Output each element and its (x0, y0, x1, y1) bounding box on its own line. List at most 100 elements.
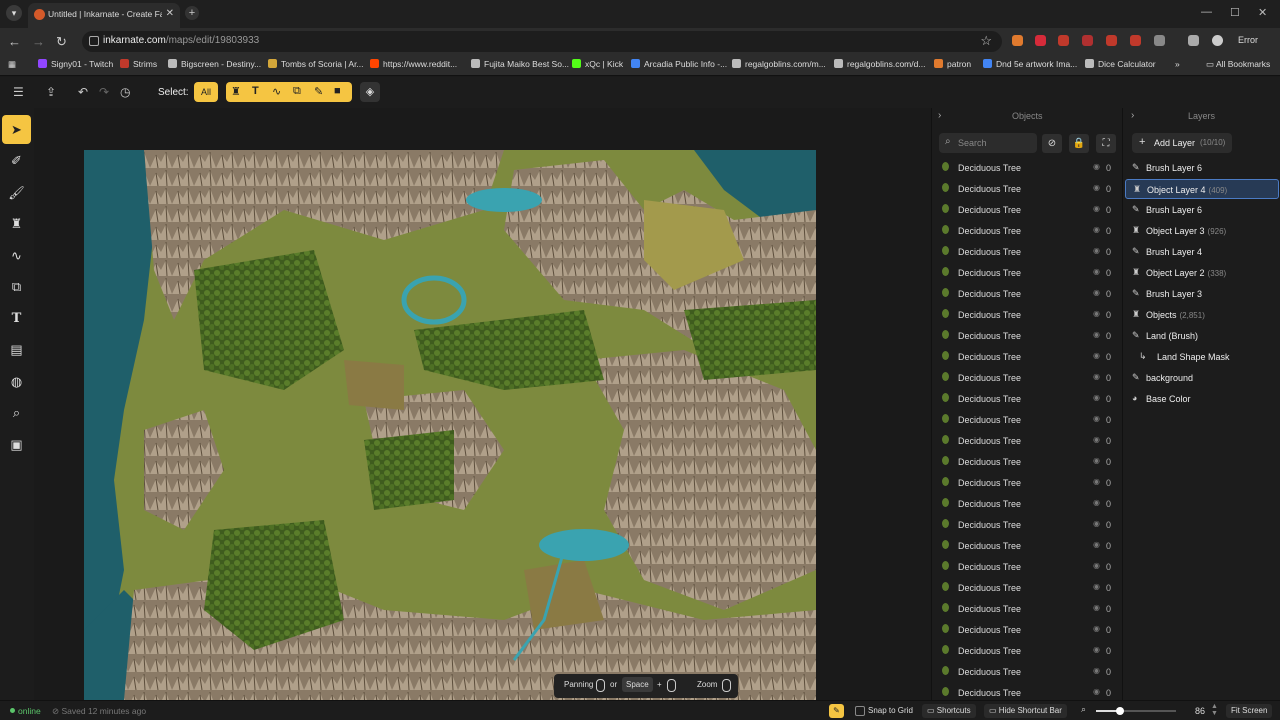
object-list-item[interactable]: Deciduous Tree ◉ 0 (932, 200, 1123, 221)
bookmark-item[interactable]: regalgoblins.com/m... (732, 59, 826, 69)
layer-item[interactable]: ♜ Objects (2,851) (1125, 305, 1279, 325)
object-list-item[interactable]: Deciduous Tree ◉ 0 (932, 242, 1123, 263)
redo-icon[interactable]: ↷ (99, 85, 109, 99)
object-list-item[interactable]: Deciduous Tree ◉ 0 (932, 599, 1123, 620)
zoom-stepper-icon[interactable]: ▲ ▼ (1211, 703, 1218, 717)
visibility-eye-icon[interactable]: ◉ (1093, 330, 1100, 339)
tab-search-icon[interactable]: ▾ (6, 5, 22, 21)
save-tool-icon[interactable]: ▣ (2, 430, 31, 459)
maximize-icon[interactable]: ☐ (1230, 6, 1240, 19)
search-input[interactable] (958, 135, 1034, 151)
visibility-eye-icon[interactable]: ◉ (1093, 225, 1100, 234)
layer-item[interactable]: ◕ Base Color (1125, 389, 1279, 409)
object-list-item[interactable]: Deciduous Tree ◉ 0 (932, 410, 1123, 431)
minimize-icon[interactable]: — (1201, 6, 1212, 18)
bookmark-item[interactable]: https://www.reddit... (370, 59, 457, 69)
bookmark-item[interactable]: xQc | Kick (572, 59, 623, 69)
bookmark-item[interactable]: regalgoblins.com/d... (834, 59, 925, 69)
snap-to-grid-checkbox[interactable] (855, 706, 865, 716)
layer-item[interactable]: ↳ Land Shape Mask (1125, 347, 1279, 367)
visibility-eye-icon[interactable]: ◉ (1093, 561, 1100, 570)
object-list-item[interactable]: Deciduous Tree ◉ 0 (932, 263, 1123, 284)
extension-icon[interactable] (1082, 35, 1093, 46)
object-list-item[interactable]: Deciduous Tree ◉ 0 (932, 368, 1123, 389)
visibility-eye-icon[interactable]: ◉ (1093, 624, 1100, 633)
path-tool-icon[interactable]: ∿ (2, 241, 31, 270)
browser-tab[interactable]: Untitled | Inkarnate - Create Fa ✕ (28, 3, 180, 28)
visibility-eye-icon[interactable]: ◉ (1093, 267, 1100, 276)
visibility-eye-icon[interactable]: ◉ (1093, 204, 1100, 213)
shape-filter-icon[interactable]: ⧉ (293, 85, 301, 98)
adblock-extension-icon[interactable] (1058, 35, 1069, 46)
fantasy-map-image[interactable] (84, 150, 816, 700)
fit-screen-button[interactable]: Fit Screen (1226, 704, 1273, 718)
text-filter-icon[interactable]: T (252, 85, 259, 97)
visibility-eye-icon[interactable]: ◉ (1093, 645, 1100, 654)
hamburger-menu-icon[interactable]: ☰ (13, 85, 24, 99)
forward-icon[interactable]: → (32, 34, 45, 49)
history-icon[interactable]: ◷ (120, 85, 130, 99)
more-bookmarks-icon[interactable]: » (1175, 59, 1180, 69)
hide-shortcut-bar-button[interactable]: ▭ Hide Shortcut Bar (984, 704, 1067, 718)
layer-item[interactable]: ✎ Brush Layer 4 (1125, 242, 1279, 262)
folder-filter-icon[interactable]: ■ (334, 85, 341, 97)
object-list-item[interactable]: Deciduous Tree ◉ 0 (932, 305, 1123, 326)
extension-icon[interactable] (1035, 35, 1046, 46)
layer-item[interactable]: ✎ Brush Layer 6 (1125, 158, 1279, 178)
reload-icon[interactable]: ↻ (56, 34, 67, 50)
visibility-eye-icon[interactable]: ◉ (1093, 393, 1100, 402)
bookmark-item[interactable]: Arcadia Public Info -... (631, 59, 727, 69)
visibility-eye-icon[interactable]: ◉ (1093, 183, 1100, 192)
bookmark-item[interactable]: patron (934, 59, 971, 69)
profile-avatar-icon[interactable] (1212, 35, 1223, 46)
zoom-slider-knob[interactable] (1116, 707, 1124, 715)
layer-item[interactable]: ♜ Object Layer 3 (926) (1125, 221, 1279, 241)
zoom-tool-icon[interactable]: ⌕ (2, 398, 31, 427)
eyedropper-tool-icon[interactable]: ✐ (2, 146, 31, 175)
object-list-item[interactable]: Deciduous Tree ◉ 0 (932, 641, 1123, 662)
object-list-item[interactable]: Deciduous Tree ◉ 0 (932, 158, 1123, 179)
object-list-item[interactable]: Deciduous Tree ◉ 0 (932, 536, 1123, 557)
error-profile-label[interactable]: Error (1238, 35, 1258, 45)
object-list-item[interactable]: Deciduous Tree ◉ 0 (932, 221, 1123, 242)
bookmark-item[interactable]: Signy01 - Twitch (38, 59, 113, 69)
hide-eye-icon[interactable]: ⊘ (1042, 134, 1062, 153)
object-list-item[interactable]: Deciduous Tree ◉ 0 (932, 389, 1123, 410)
extension-icon[interactable] (1130, 35, 1141, 46)
bookmark-item[interactable]: Bigscreen - Destiny... (168, 59, 261, 69)
extension-icon[interactable] (1106, 35, 1117, 46)
visibility-eye-icon[interactable]: ◉ (1093, 666, 1100, 675)
snap-to-grid-label[interactable]: Snap to Grid (868, 706, 913, 715)
visibility-eye-icon[interactable]: ◉ (1093, 477, 1100, 486)
layer-item[interactable]: ✎ Land (Brush) (1125, 326, 1279, 346)
brush-filter-icon[interactable]: ✎ (314, 85, 323, 98)
bookmark-star-icon[interactable]: ☆ (980, 33, 992, 49)
undo-icon[interactable]: ↶ (78, 85, 88, 99)
extension-icon[interactable] (1012, 35, 1023, 46)
shape-tool-icon[interactable]: ⧉ (2, 272, 31, 301)
object-list-item[interactable]: Deciduous Tree ◉ 0 (932, 431, 1123, 452)
visibility-eye-icon[interactable]: ◉ (1093, 519, 1100, 528)
add-layer-button[interactable]: + Add Layer (10/10) (1132, 133, 1232, 153)
zoom-slider[interactable] (1096, 707, 1176, 715)
all-bookmarks[interactable]: ▭ All Bookmarks (1206, 59, 1270, 70)
text-tool-icon[interactable]: T (2, 304, 31, 333)
object-list-item[interactable]: Deciduous Tree ◉ 0 (932, 347, 1123, 368)
edit-pencil-icon[interactable]: ✎ (829, 704, 844, 718)
visibility-eye-icon[interactable]: ◉ (1093, 435, 1100, 444)
apps-icon[interactable]: ▦ (8, 59, 16, 70)
brush-tool-icon[interactable]: 🖌 (2, 178, 31, 207)
object-list-item[interactable]: Deciduous Tree ◉ 0 (932, 515, 1123, 536)
visibility-eye-icon[interactable]: ◉ (1093, 246, 1100, 255)
visibility-eye-icon[interactable]: ◉ (1093, 603, 1100, 612)
select-area-icon[interactable]: ⛶ (1096, 134, 1116, 153)
visibility-eye-icon[interactable]: ◉ (1093, 372, 1100, 381)
visibility-eye-icon[interactable]: ◉ (1093, 351, 1100, 360)
object-list-item[interactable]: Deciduous Tree ◉ 0 (932, 452, 1123, 473)
back-icon[interactable]: ← (8, 34, 21, 49)
visibility-eye-icon[interactable]: ◉ (1093, 288, 1100, 297)
layer-item[interactable]: ♜ Object Layer 2 (338) (1125, 263, 1279, 283)
map-canvas[interactable]: Panning or Space + Zoom (34, 108, 931, 700)
reading-list-icon[interactable] (1188, 35, 1199, 46)
objects-search[interactable]: ⌕ (939, 133, 1037, 153)
